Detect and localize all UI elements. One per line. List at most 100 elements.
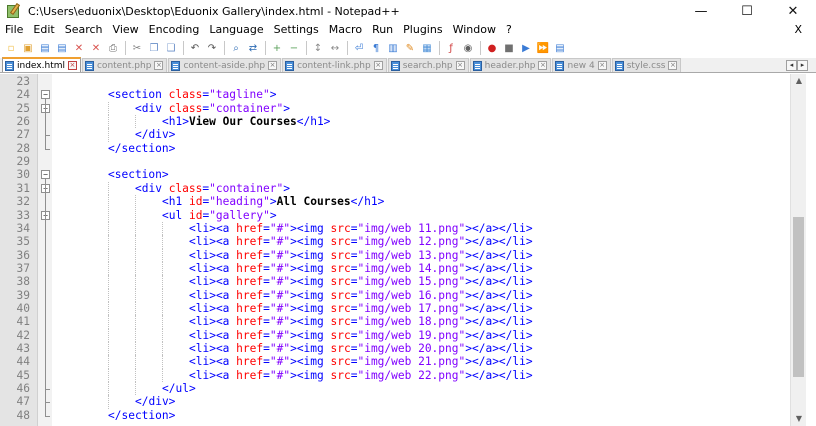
play-macro-icon[interactable]: ▶ <box>519 41 533 55</box>
code-line[interactable]: <h1>View Our Courses</h1> <box>162 115 330 128</box>
code-line[interactable]: <li><a href="#"><img src="img/web 21.png… <box>189 355 533 368</box>
menu-plugins[interactable]: Plugins <box>398 22 447 38</box>
fold-toggle-icon[interactable]: − <box>41 90 50 100</box>
menu-language[interactable]: Language <box>204 22 268 38</box>
code-line[interactable]: <li><a href="#"><img src="img/web 16.png… <box>189 289 533 302</box>
tab-scroll-right-button[interactable]: ▸ <box>797 60 808 71</box>
play-multiple-icon[interactable]: ⏩ <box>536 41 550 55</box>
sync-h-icon[interactable]: ↔ <box>328 41 342 55</box>
tab-close-icon[interactable]: × <box>668 61 678 70</box>
code-line[interactable]: <h1 id="heading">All Courses</h1> <box>162 195 384 208</box>
all-chars-icon[interactable]: ¶ <box>369 41 383 55</box>
code-line[interactable]: <div class="container"> <box>135 182 290 195</box>
code-token-tag: ><img <box>290 368 331 382</box>
code-line[interactable]: <li><a href="#"><img src="img/web 20.png… <box>189 342 533 355</box>
tab-close-icon[interactable]: × <box>373 61 383 70</box>
copy-icon[interactable]: ❐ <box>147 41 161 55</box>
code-area[interactable]: <section class="tagline"> <div class="con… <box>52 74 790 426</box>
save-all-icon[interactable]: ▤ <box>55 41 69 55</box>
code-token-tag: = <box>263 235 270 249</box>
zoom-in-icon[interactable]: + <box>270 41 284 55</box>
code-line[interactable]: <li><a href="#"><img src="img/web 18.png… <box>189 315 533 328</box>
zoom-out-icon[interactable]: − <box>287 41 301 55</box>
scrollbar-thumb[interactable] <box>793 217 804 377</box>
code-line[interactable]: <li><a href="#"><img src="img/web 13.png… <box>189 249 533 262</box>
tab-content-php[interactable]: content.php × <box>81 58 168 72</box>
code-line[interactable]: <li><a href="#"><img src="img/web 19.png… <box>189 329 533 342</box>
code-line[interactable]: <li><a href="#"><img src="img/web 17.png… <box>189 302 533 315</box>
code-line[interactable]: <li><a href="#"><img src="img/web 15.png… <box>189 275 533 288</box>
menu-window[interactable]: Window <box>448 22 501 38</box>
close-window-button[interactable]: ✕ <box>770 0 816 22</box>
sync-v-icon[interactable]: ↕ <box>311 41 325 55</box>
code-line[interactable]: <li><a href="#"><img src="img/web 11.png… <box>189 222 533 235</box>
close-all-icon[interactable]: ✕ <box>89 41 103 55</box>
tab-index-html[interactable]: index.html × <box>2 57 81 72</box>
tab-new-4[interactable]: new 4 × <box>552 58 611 72</box>
redo-icon[interactable]: ↷ <box>205 41 219 55</box>
open-file-icon[interactable]: ▣ <box>21 41 35 55</box>
menu-settings[interactable]: Settings <box>269 22 324 38</box>
tab-close-icon[interactable]: × <box>67 61 77 70</box>
tab-close-icon[interactable]: × <box>154 61 164 70</box>
tab-close-icon[interactable]: × <box>455 61 465 70</box>
stop-record-icon[interactable]: ■ <box>502 41 516 55</box>
code-line[interactable]: <li><a href="#"><img src="img/web 14.png… <box>189 262 533 275</box>
paste-icon[interactable]: ❑ <box>164 41 178 55</box>
tab-content-link-php[interactable]: content-link.php × <box>282 58 387 72</box>
code-token-tag: <li><a <box>189 221 237 235</box>
code-line[interactable]: </ul> <box>162 382 196 395</box>
maximize-button[interactable]: ☐ <box>724 0 770 22</box>
vertical-scrollbar[interactable]: ▲ ▼ <box>790 74 806 426</box>
menu-run[interactable]: Run <box>367 22 398 38</box>
monitor-icon[interactable]: ◉ <box>461 41 475 55</box>
menu-edit[interactable]: Edit <box>28 22 59 38</box>
scroll-down-arrow-icon[interactable]: ▼ <box>791 412 807 426</box>
menu-search[interactable]: Search <box>60 22 108 38</box>
tab-content-aside-php[interactable]: content-aside.php × <box>168 58 282 72</box>
tab-header-php[interactable]: header.php × <box>469 58 552 72</box>
code-line[interactable]: </div> <box>135 395 175 408</box>
save-icon[interactable]: ▤ <box>38 41 52 55</box>
menu-file[interactable]: File <box>0 22 28 38</box>
menu-macro[interactable]: Macro <box>324 22 367 38</box>
tab-close-icon[interactable]: × <box>268 61 278 70</box>
code-line[interactable]: <ul id="gallery"> <box>162 209 277 222</box>
editor[interactable]: <section class="tagline"> <div class="con… <box>0 74 816 426</box>
code-line[interactable]: </div> <box>135 128 175 141</box>
new-file-icon[interactable]: ▫ <box>4 41 18 55</box>
code-line[interactable]: </section> <box>108 142 175 155</box>
tab-search-php[interactable]: search.php × <box>387 58 469 72</box>
code-line[interactable]: </section> <box>108 409 175 422</box>
print-icon[interactable]: ⎙ <box>106 41 120 55</box>
close-document-button[interactable]: X <box>794 22 802 38</box>
tab-close-icon[interactable]: × <box>597 61 607 70</box>
find-icon[interactable]: ⌕ <box>229 41 243 55</box>
minimize-button[interactable]: — <box>678 0 724 22</box>
replace-icon[interactable]: ⇄ <box>246 41 260 55</box>
scroll-up-arrow-icon[interactable]: ▲ <box>791 74 807 88</box>
fold-toggle-icon[interactable]: − <box>41 170 50 180</box>
user-lang-icon[interactable]: ✎ <box>403 41 417 55</box>
code-line[interactable]: <li><a href="#"><img src="img/web 22.png… <box>189 369 533 382</box>
undo-icon[interactable]: ↶ <box>188 41 202 55</box>
tab-close-icon[interactable]: × <box>538 61 548 70</box>
menu-help[interactable]: ? <box>501 22 517 38</box>
code-line[interactable]: <div class="container"> <box>135 102 290 115</box>
code-line[interactable]: <section class="tagline"> <box>108 88 276 101</box>
close-icon[interactable]: ✕ <box>72 41 86 55</box>
tab-style-css[interactable]: style.css × <box>611 58 682 72</box>
menu-view[interactable]: View <box>108 22 144 38</box>
cut-icon[interactable]: ✂ <box>130 41 144 55</box>
save-macro-icon[interactable]: ▤ <box>553 41 567 55</box>
doc-map-icon[interactable]: ▦ <box>420 41 434 55</box>
indent-guide <box>108 128 109 142</box>
function-list-icon[interactable]: ƒ <box>444 41 458 55</box>
word-wrap-icon[interactable]: ⏎ <box>352 41 366 55</box>
tab-scroll-left-button[interactable]: ◂ <box>786 60 797 71</box>
record-macro-icon[interactable]: ● <box>485 41 499 55</box>
code-line[interactable]: <section> <box>108 168 169 181</box>
menu-encoding[interactable]: Encoding <box>144 22 205 38</box>
indent-guide-icon[interactable]: ▥ <box>386 41 400 55</box>
code-line[interactable]: <li><a href="#"><img src="img/web 12.png… <box>189 235 533 248</box>
